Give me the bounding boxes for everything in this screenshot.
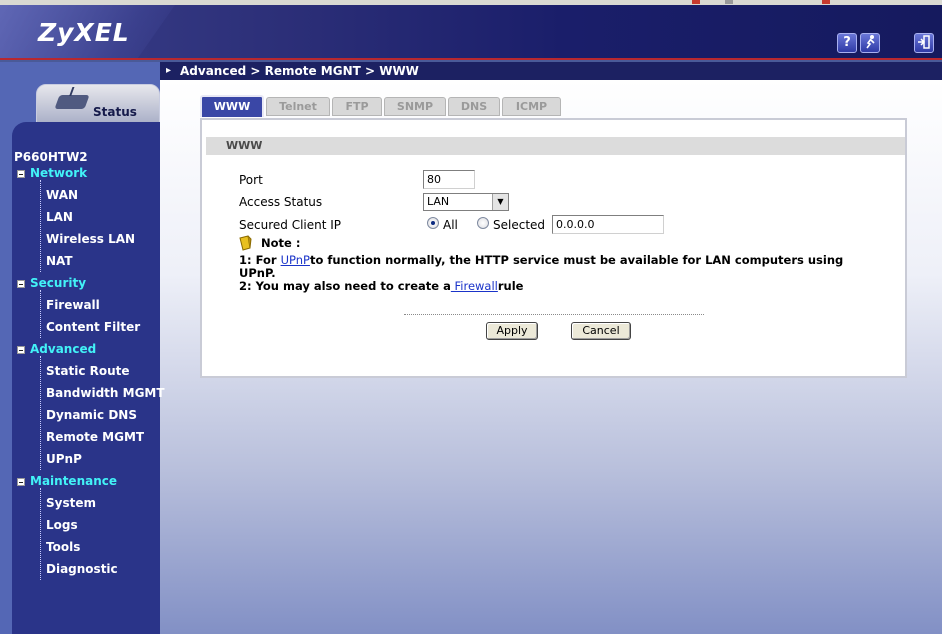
sidebar-section-advanced[interactable]: Advanced [30, 342, 96, 356]
note1-suffix: to function normally, the HTTP service m… [239, 253, 844, 280]
sidebar-item-logs[interactable]: Logs [46, 518, 78, 532]
access-status-select[interactable]: LAN ▼ [423, 193, 509, 211]
tree-line [40, 488, 41, 580]
status-tab[interactable]: Status [36, 84, 160, 124]
sidebar-item-content-filter[interactable]: Content Filter [46, 320, 140, 334]
browser-chrome-strip [0, 0, 942, 5]
divider [404, 314, 704, 315]
sidebar-item-upnp[interactable]: UPnP [46, 452, 82, 466]
breadcrumb: Advanced > Remote MGNT > WWW [180, 64, 419, 78]
port-input[interactable] [423, 170, 475, 189]
header-red-line [0, 58, 942, 60]
collapse-icon[interactable] [17, 346, 25, 354]
wizard-button[interactable] [860, 33, 880, 53]
tab-dns[interactable]: DNS [448, 97, 500, 116]
sidebar-section-security[interactable]: Security [30, 276, 86, 290]
tab-telnet[interactable]: Telnet [266, 97, 330, 116]
note2-suffix: rule [497, 279, 524, 293]
browser-marker [725, 0, 733, 4]
secured-ip-input[interactable] [552, 215, 664, 234]
sidebar-section-maintenance[interactable]: Maintenance [30, 474, 117, 488]
sidebar-item-lan[interactable]: LAN [46, 210, 73, 224]
status-tab-label: Status [93, 105, 137, 119]
apply-button[interactable]: Apply [486, 322, 538, 340]
breadcrumb-bar: ▸ Advanced > Remote MGNT > WWW [160, 62, 942, 80]
browser-marker [822, 0, 830, 4]
router-icon [54, 95, 90, 109]
sidebar-section-network[interactable]: Network [30, 166, 87, 180]
sidebar-item-bandwidth-mgmt[interactable]: Bandwidth MGMT [46, 386, 165, 400]
tab-icmp[interactable]: ICMP [502, 97, 561, 116]
sidebar-item-diagnostic[interactable]: Diagnostic [46, 562, 118, 576]
section-title: WWW [226, 139, 263, 152]
sidebar-item-firewall[interactable]: Firewall [46, 298, 100, 312]
tab-www[interactable]: WWW [200, 95, 264, 117]
firewall-link[interactable]: Firewall [451, 279, 497, 293]
radio-all-label: All [443, 218, 458, 232]
sidebar-panel [12, 122, 160, 634]
wizard-icon [866, 35, 875, 49]
radio-selected-label: Selected [493, 218, 546, 232]
note-title: Note : [261, 236, 301, 250]
sidebar-item-static-route[interactable]: Static Route [46, 364, 130, 378]
note-line-2: 2: You may also need to create a Firewal… [239, 280, 869, 293]
note1-prefix: 1: For [239, 253, 281, 267]
sidebar-item-dynamic-dns[interactable]: Dynamic DNS [46, 408, 137, 422]
help-icon: ? [843, 35, 851, 50]
logout-icon [918, 35, 930, 49]
tab-ftp[interactable]: FTP [332, 97, 382, 116]
note2-prefix: 2: You may also need to create a [239, 279, 451, 293]
help-button[interactable]: ? [837, 33, 857, 53]
upnp-link[interactable]: UPnP [281, 253, 310, 267]
collapse-icon[interactable] [17, 170, 25, 178]
chevron-down-icon: ▼ [492, 194, 508, 210]
device-model: P660HTW2 [14, 150, 88, 164]
sidebar-item-nat[interactable]: NAT [46, 254, 73, 268]
radio-selected[interactable] [477, 217, 489, 229]
browser-marker [692, 0, 700, 4]
collapse-icon[interactable] [17, 280, 25, 288]
section-header: WWW [206, 137, 905, 155]
tree-line [40, 180, 41, 272]
sidebar-item-tools[interactable]: Tools [46, 540, 80, 554]
access-status-value: LAN [427, 195, 450, 208]
tab-snmp[interactable]: SNMP [384, 97, 446, 116]
port-label: Port [239, 173, 263, 187]
sidebar-item-remote-mgmt[interactable]: Remote MGMT [46, 430, 144, 444]
sidebar-item-wireless-lan[interactable]: Wireless LAN [46, 232, 135, 246]
access-status-label: Access Status [239, 195, 323, 209]
sidebar-item-wan[interactable]: WAN [46, 188, 78, 202]
sidebar-item-system[interactable]: System [46, 496, 96, 510]
content-panel: WWW Port Access Status LAN ▼ Secured Cli… [200, 118, 907, 378]
note-line-1: 1: For UPnPto function normally, the HTT… [239, 254, 869, 280]
tree-line [40, 356, 41, 470]
secured-client-ip-label: Secured Client IP [239, 218, 342, 232]
top-banner: ZyXEL ? [0, 0, 942, 60]
note-icon [239, 235, 252, 251]
zyxel-logo: ZyXEL [38, 18, 130, 47]
logout-button[interactable] [914, 33, 934, 53]
tree-line [40, 290, 41, 338]
radio-all[interactable] [427, 217, 439, 229]
cancel-button[interactable]: Cancel [571, 322, 631, 340]
breadcrumb-arrow-icon: ▸ [166, 65, 172, 76]
collapse-icon[interactable] [17, 478, 25, 486]
